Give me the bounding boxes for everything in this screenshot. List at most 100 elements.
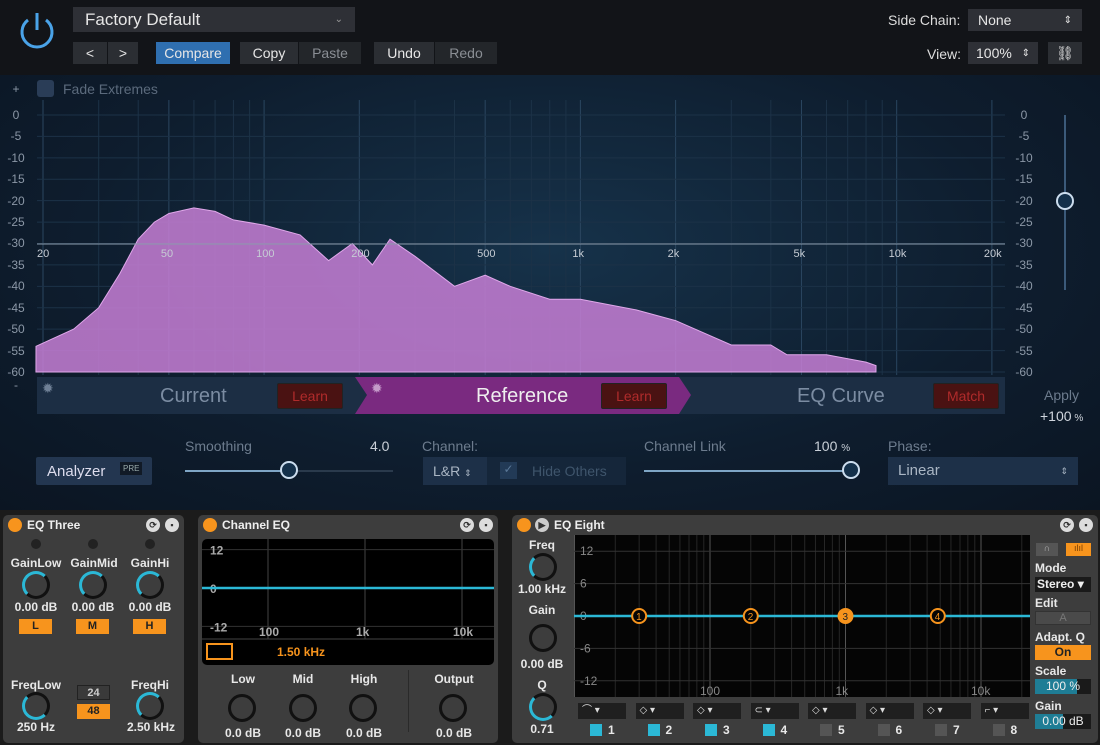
hide-others-checkbox[interactable]: ✓ bbox=[500, 462, 517, 479]
scale-field[interactable]: 100 % bbox=[1035, 679, 1091, 694]
match-button[interactable]: Match bbox=[933, 383, 999, 409]
tab-current[interactable]: Current bbox=[160, 385, 227, 408]
tab-reference[interactable]: Reference bbox=[476, 385, 568, 408]
channel-link-value: 100 % bbox=[814, 438, 851, 454]
analyzer-label: Analyzer bbox=[47, 463, 106, 480]
device-on-toggle[interactable] bbox=[203, 518, 217, 532]
gain-mid-label: GainMid bbox=[70, 556, 118, 570]
band-1-toggle[interactable] bbox=[590, 724, 602, 736]
slope-24-toggle[interactable]: 24 bbox=[77, 685, 110, 700]
band-6-toggle[interactable] bbox=[877, 724, 890, 736]
reference-learn-button[interactable]: Learn bbox=[601, 383, 667, 409]
hot-swap-icon[interactable]: ⟳ bbox=[1060, 518, 1074, 532]
channel-dropdown[interactable]: L&R ⇕ bbox=[423, 457, 487, 485]
db-tick-label: -12 bbox=[580, 674, 598, 688]
gain-knob[interactable] bbox=[529, 624, 557, 652]
db-tick-label: -6 bbox=[580, 641, 591, 655]
phase-dropdown[interactable]: Linear ⇕ bbox=[888, 457, 1078, 485]
freq-tick-label: 1k bbox=[572, 248, 584, 260]
headphones-icon[interactable]: ∩ bbox=[1036, 543, 1058, 556]
channel-eq-display[interactable]: 120-121001k10k bbox=[202, 539, 494, 665]
freq-low-label: FreqLow bbox=[11, 678, 61, 692]
play-icon[interactable]: ▶ bbox=[535, 518, 549, 532]
edit-label: Edit bbox=[1035, 596, 1058, 610]
band-7-toggle[interactable] bbox=[935, 724, 947, 736]
zoom-out-button[interactable]: - bbox=[4, 378, 28, 392]
band-5-filter-type[interactable]: ◇ ▾ bbox=[808, 703, 856, 719]
q-knob[interactable] bbox=[529, 693, 557, 721]
gain-mid-knob[interactable] bbox=[79, 571, 107, 599]
freq-tick-label: 200 bbox=[351, 248, 370, 260]
output-knob[interactable] bbox=[439, 694, 467, 722]
adapt-q-toggle[interactable]: On bbox=[1035, 645, 1091, 660]
device-on-toggle[interactable] bbox=[8, 518, 22, 532]
smoothing-slider-handle[interactable] bbox=[280, 461, 298, 479]
pre-post-toggle[interactable]: PRE bbox=[120, 462, 143, 475]
db-tick-label: -12 bbox=[210, 620, 228, 634]
eq-eight-display[interactable]: 1260-6-121001k10k1234 bbox=[574, 535, 1030, 697]
save-icon[interactable]: ▪ bbox=[165, 518, 179, 532]
band-number: 8 bbox=[1010, 723, 1018, 737]
freq-tick-label: 20 bbox=[37, 248, 50, 260]
gear-icon[interactable]: ✹ bbox=[42, 380, 54, 397]
apply-value: +100 % bbox=[1040, 408, 1084, 424]
freq-hi-knob[interactable] bbox=[136, 692, 164, 720]
band-3-toggle[interactable] bbox=[705, 724, 717, 736]
band-4-filter-type[interactable]: ⊂ ▾ bbox=[750, 703, 799, 719]
frequency-readout: 1.50 kHz bbox=[277, 645, 326, 659]
spectrum-icon[interactable]: ılıl bbox=[1066, 543, 1091, 556]
freq-tick-label: 50 bbox=[160, 248, 174, 260]
high-knob[interactable] bbox=[349, 694, 377, 722]
gear-icon[interactable]: ✹ bbox=[371, 380, 383, 397]
low-label: Low bbox=[231, 672, 255, 686]
phase-label: Phase: bbox=[888, 438, 932, 454]
band-5-toggle[interactable] bbox=[820, 724, 832, 736]
channel-link-slider-handle[interactable] bbox=[842, 461, 860, 479]
band-6-filter-type[interactable]: ◇ ▾ bbox=[865, 703, 914, 719]
band-3-filter-type[interactable]: ◇ ▾ bbox=[693, 703, 741, 719]
save-icon[interactable]: ▪ bbox=[479, 518, 493, 532]
band-2-filter-type[interactable]: ◇ ▾ bbox=[635, 703, 684, 719]
band-4-toggle[interactable] bbox=[762, 724, 775, 736]
gain-hi-knob[interactable] bbox=[136, 571, 164, 599]
gain-low-knob[interactable] bbox=[22, 571, 50, 599]
device-on-toggle[interactable] bbox=[517, 518, 531, 532]
tab-eq-curve[interactable]: EQ Curve bbox=[797, 385, 885, 408]
freq-tick-label: 100 bbox=[700, 684, 720, 697]
hot-swap-icon[interactable]: ⟳ bbox=[460, 518, 474, 532]
freq-low-knob[interactable] bbox=[22, 692, 50, 720]
band-1-filter-type[interactable]: ⌒ ▾ bbox=[578, 703, 626, 719]
channel-link-label: Channel Link bbox=[644, 438, 726, 454]
high-band-toggle[interactable]: H bbox=[133, 619, 166, 634]
mid-band-toggle[interactable]: M bbox=[76, 619, 109, 634]
band-8-toggle[interactable] bbox=[992, 724, 1005, 736]
slope-48-toggle[interactable]: 48 bbox=[77, 704, 110, 719]
spectrum-display[interactable] bbox=[0, 0, 1100, 380]
output-gain-label: Gain bbox=[1035, 699, 1062, 713]
freq-tick-label: 20k bbox=[983, 248, 1002, 260]
filter-shape-icon[interactable] bbox=[206, 643, 233, 660]
freq-tick-label: 100 bbox=[259, 625, 279, 639]
freq-tick-label: 2k bbox=[667, 248, 680, 260]
apply-slider-handle[interactable] bbox=[1056, 191, 1074, 210]
mid-knob[interactable] bbox=[289, 694, 317, 722]
display-bg bbox=[202, 539, 494, 665]
save-icon[interactable]: ▪ bbox=[1079, 518, 1093, 532]
high-label: High bbox=[350, 672, 378, 686]
output-gain-field[interactable]: 0.00 dB bbox=[1035, 714, 1091, 729]
mode-dropdown[interactable]: Stereo ▾ bbox=[1035, 577, 1091, 592]
edit-toggle[interactable]: A bbox=[1035, 611, 1091, 625]
low-knob[interactable] bbox=[228, 694, 256, 722]
low-band-toggle[interactable]: L bbox=[19, 619, 52, 634]
freq-knob[interactable] bbox=[529, 553, 557, 581]
band-node-label: 2 bbox=[748, 612, 754, 623]
band-7-filter-type[interactable]: ◇ ▾ bbox=[923, 703, 971, 719]
output-label: Output bbox=[434, 672, 474, 686]
hot-swap-icon[interactable]: ⟳ bbox=[146, 518, 160, 532]
freq-tick-label: 10k bbox=[888, 248, 907, 260]
current-learn-button[interactable]: Learn bbox=[277, 383, 343, 409]
freq-hi-value: 2.50 kHz bbox=[126, 720, 176, 734]
hide-others-label: Hide Others bbox=[532, 463, 607, 479]
band-2-toggle[interactable] bbox=[647, 724, 660, 736]
band-8-filter-type[interactable]: ⌐ ▾ bbox=[980, 703, 1029, 719]
